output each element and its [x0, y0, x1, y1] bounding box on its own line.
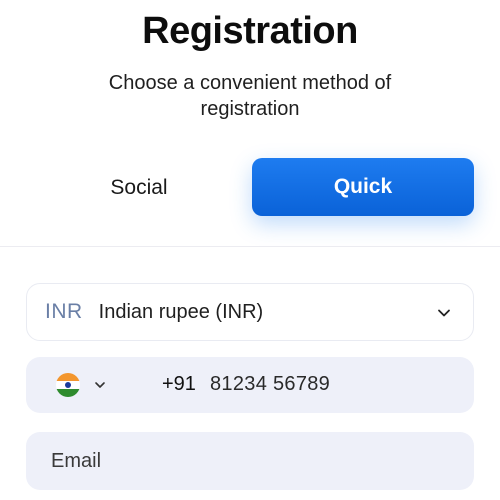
email-field[interactable] — [26, 432, 474, 490]
chevron-down-icon — [438, 309, 450, 317]
country-code-picker[interactable] — [56, 373, 106, 397]
tab-social[interactable]: Social — [30, 160, 248, 216]
section-divider — [0, 246, 500, 247]
tab-quick[interactable]: Quick — [252, 158, 474, 216]
currency-code: INR — [45, 300, 83, 323]
phone-field[interactable]: +91 81234 56789 — [26, 357, 474, 413]
phone-number-input[interactable]: 81234 56789 — [210, 373, 330, 396]
chevron-down-icon — [95, 382, 105, 388]
dial-code: +91 — [162, 373, 196, 395]
currency-name: Indian rupee (INR) — [98, 300, 264, 323]
currency-select[interactable]: INR Indian rupee (INR) — [26, 283, 474, 341]
page-subtitle: Choose a convenient method of registrati… — [108, 72, 392, 120]
india-flag-icon — [56, 373, 80, 397]
page-title: Registration — [142, 10, 358, 52]
